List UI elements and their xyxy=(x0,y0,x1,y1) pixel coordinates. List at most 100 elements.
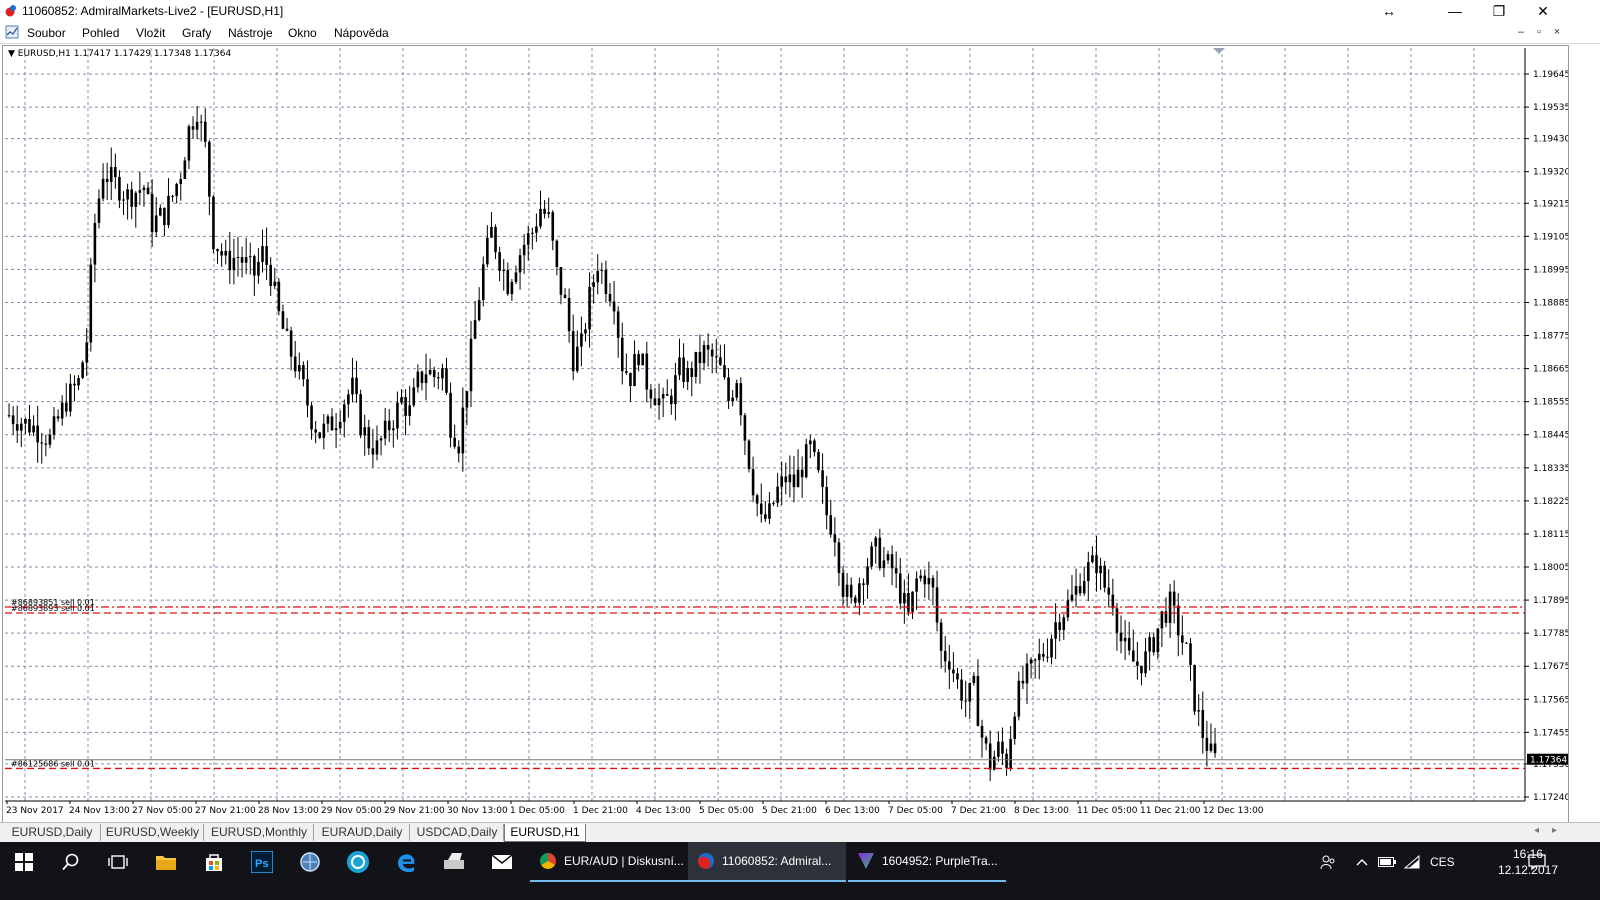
tab-usdcad-daily[interactable]: USDCAD,Daily xyxy=(411,824,504,841)
photoshop-button[interactable]: Ps xyxy=(238,842,286,882)
candle-body xyxy=(543,208,546,214)
folder-icon xyxy=(156,856,176,870)
search-button[interactable] xyxy=(47,842,95,882)
candle-body xyxy=(293,356,297,372)
printer-icon xyxy=(444,853,464,869)
menu-pohled[interactable]: Pohled xyxy=(82,26,119,40)
menu-okno[interactable]: Okno xyxy=(288,26,317,40)
taskbar-chrome-task[interactable]: EUR/AUD | Diskusní... xyxy=(530,842,688,882)
candle-body xyxy=(1062,617,1066,630)
tab-eurusd-weekly[interactable]: EURUSD,Weekly xyxy=(102,824,204,841)
candle-body xyxy=(776,486,779,503)
candle-body xyxy=(898,573,902,604)
candle-body xyxy=(334,428,338,431)
y-tick-label: 1.17240 xyxy=(1533,793,1568,803)
windows-taskbar: Ps EUR/AUD | Diskusní... 11060852: Admir… xyxy=(0,842,1600,900)
candle-body xyxy=(314,429,317,433)
candle-body xyxy=(1152,637,1156,653)
tool-app-button[interactable] xyxy=(286,842,334,882)
candle-body xyxy=(412,387,416,406)
candle-body xyxy=(882,560,886,569)
candle-body xyxy=(584,329,587,334)
candle-body xyxy=(261,246,264,262)
candle-body xyxy=(477,300,481,321)
candle-body xyxy=(710,349,714,357)
battery-icon[interactable] xyxy=(1378,842,1396,882)
window-titlebar[interactable]: 11060852: AdmiralMarkets-Live2 - [EURUSD… xyxy=(0,0,1600,23)
chart-window[interactable]: 1.19645 1.19535 1.19430 1.19320 1.19215 1.191… xyxy=(2,45,1569,824)
candle-body xyxy=(907,592,910,612)
candle-body xyxy=(310,405,313,430)
candle-body xyxy=(800,469,804,478)
candle-body xyxy=(159,207,162,216)
candle-body xyxy=(551,212,555,241)
candle-body xyxy=(1009,738,1012,769)
candle-body xyxy=(60,402,64,419)
app-dbs-button[interactable] xyxy=(334,842,382,882)
people-icon[interactable] xyxy=(1320,842,1336,882)
chart-window-icon[interactable] xyxy=(5,25,19,39)
mdi-close-button[interactable]: × xyxy=(1550,26,1564,39)
store-button[interactable] xyxy=(190,842,238,882)
candle-body xyxy=(494,226,497,253)
candle-body xyxy=(461,407,465,454)
language-indicator[interactable]: CES xyxy=(1430,842,1455,882)
wifi-icon[interactable] xyxy=(1404,842,1420,882)
resize-arrows-button[interactable]: ↔ xyxy=(1366,0,1412,22)
menu-napoveda[interactable]: Nápověda xyxy=(334,26,389,40)
scanner-button[interactable] xyxy=(430,842,478,882)
tray-overflow-chevron-icon[interactable] xyxy=(1356,842,1368,882)
candle-body xyxy=(1021,680,1025,684)
minimize-button[interactable]: — xyxy=(1432,0,1478,22)
y-tick-label: 1.19215 xyxy=(1533,199,1568,209)
menu-vlozit[interactable]: Vložit xyxy=(136,26,165,40)
close-button[interactable]: ✕ xyxy=(1520,0,1566,22)
start-button[interactable] xyxy=(0,842,48,882)
tab-euraud-daily[interactable]: EURAUD,Daily xyxy=(315,824,410,841)
edge-button[interactable] xyxy=(382,842,430,882)
tab-eurusd-monthly[interactable]: EURUSD,Monthly xyxy=(205,824,314,841)
menu-grafy[interactable]: Grafy xyxy=(182,26,211,40)
candle-body xyxy=(93,222,97,265)
tab-scroll-left-icon[interactable]: ◂ xyxy=(1534,825,1539,836)
candle-body xyxy=(1033,659,1037,661)
candle-body xyxy=(342,404,346,422)
candle-body xyxy=(424,374,428,384)
y-tick-label: 1.18775 xyxy=(1533,332,1568,342)
taskbar-metatrader-task[interactable]: 11060852: Admiral... xyxy=(688,842,846,882)
file-explorer-button[interactable] xyxy=(142,842,190,882)
tab-scroll-right-icon[interactable]: ▸ xyxy=(1552,825,1557,836)
restore-button[interactable]: ❐ xyxy=(1476,0,1522,22)
candle-body xyxy=(1185,642,1188,644)
tab-eurusd-daily[interactable]: EURUSD,Daily xyxy=(4,824,101,841)
price-chart[interactable]: 1.19645 1.19535 1.19430 1.19320 1.19215 1.191… xyxy=(3,46,1568,823)
candle-body xyxy=(526,233,530,245)
menu-nastroje[interactable]: Nástroje xyxy=(228,26,273,40)
action-center-icon[interactable] xyxy=(1528,842,1546,882)
candle-body xyxy=(1025,663,1029,684)
candle-body xyxy=(723,365,726,378)
candle-body xyxy=(943,650,947,662)
candle-body xyxy=(620,337,624,372)
candle-body xyxy=(1050,638,1053,658)
candle-body xyxy=(870,546,873,567)
taskbar-purpletrading-task[interactable]: 1604952: PurpleTra... xyxy=(848,842,1006,882)
task-view-button[interactable] xyxy=(94,842,142,882)
x-tick-label: 29 Nov 21:00 xyxy=(384,806,445,816)
candle-body xyxy=(919,575,922,579)
candle-body xyxy=(183,160,187,179)
menu-soubor[interactable]: Soubor xyxy=(27,26,66,40)
candle-body xyxy=(948,661,951,670)
candle-body xyxy=(171,195,174,197)
candle-body xyxy=(224,250,228,256)
candle-body xyxy=(118,177,121,201)
metatrader-app-icon xyxy=(5,5,16,17)
store-bag-icon xyxy=(206,854,222,871)
mail-button[interactable] xyxy=(478,842,526,882)
candle-body xyxy=(510,282,514,295)
candle-body xyxy=(665,394,669,396)
mdi-minimize-button[interactable]: – xyxy=(1514,26,1528,39)
candle-body xyxy=(903,592,906,604)
mdi-restore-button[interactable]: ▫ xyxy=(1532,26,1546,39)
tab-eurusd-h1[interactable]: EURUSD,H1 xyxy=(504,824,586,842)
